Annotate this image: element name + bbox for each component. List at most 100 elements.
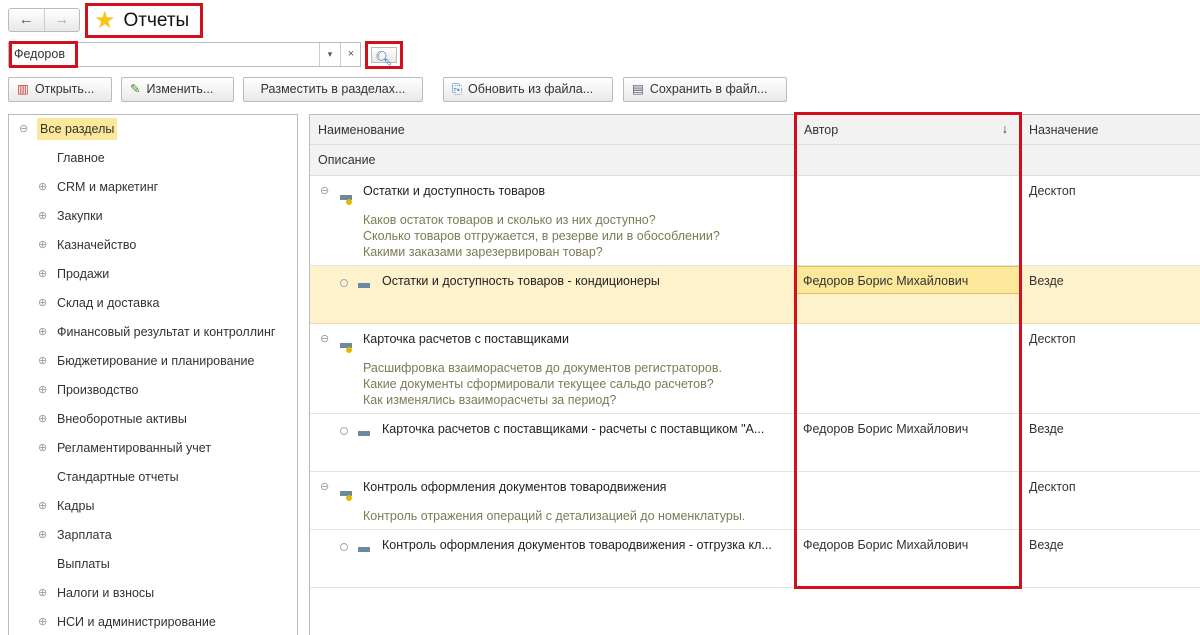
- radio-icon: [340, 540, 348, 554]
- clear-icon[interactable]: ×: [340, 43, 361, 66]
- report-group-icon: [340, 337, 352, 353]
- expand-icon[interactable]: ⊕: [38, 176, 47, 198]
- search-input[interactable]: Федоров ▾ ×: [8, 41, 361, 68]
- expand-icon[interactable]: ⊕: [38, 234, 47, 256]
- expand-icon[interactable]: ⊕: [38, 582, 47, 604]
- title-text: Отчеты: [123, 9, 190, 31]
- collapse-icon[interactable]: ⊖: [19, 118, 28, 140]
- sidebar-item-label: Казначейство: [57, 238, 137, 252]
- report-name: Остатки и доступность товаров - кондицио…: [382, 274, 660, 288]
- report-purpose: Везде: [1029, 274, 1064, 288]
- group-row[interactable]: ⊖ Остатки и доступность товаров Десктоп Как…: [310, 176, 1200, 266]
- sidebar-item-label: Закупки: [57, 209, 103, 223]
- chevron-down-icon[interactable]: ▾: [319, 43, 340, 66]
- report-icon: ▥: [17, 82, 29, 96]
- group-row[interactable]: ⊖ Карточка расчетов с поставщиками Десктоп…: [310, 324, 1200, 414]
- update-from-file-button[interactable]: ⎘ Обновить из файла...: [443, 77, 613, 102]
- update-label: Обновить из файла...: [468, 82, 594, 96]
- search-value[interactable]: Федоров: [9, 41, 78, 68]
- group-purpose: Десктоп: [1029, 184, 1076, 198]
- description-line: Расшифровка взаиморасчетов до документов…: [363, 361, 722, 375]
- star-icon[interactable]: ★: [94, 6, 116, 35]
- expand-icon[interactable]: ⊕: [38, 611, 47, 633]
- sidebar-item-label: Кадры: [57, 499, 95, 513]
- expand-icon[interactable]: ⊕: [38, 408, 47, 430]
- file-update-icon: ⎘: [452, 82, 463, 96]
- report-row[interactable]: Контроль оформления документов товародви…: [310, 530, 1200, 588]
- report-group-icon: [340, 189, 352, 205]
- expand-icon[interactable]: ⊕: [38, 292, 47, 314]
- sidebar-item-label: Склад и доставка: [57, 296, 160, 310]
- group-description: Расшифровка взаиморасчетов до документов…: [363, 360, 722, 408]
- collapse-icon[interactable]: ⊖: [320, 332, 329, 345]
- place-label: Разместить в разделах...: [260, 82, 406, 96]
- find-button[interactable]: 🔍︎: [365, 41, 403, 69]
- pencil-icon: ✎: [130, 82, 141, 96]
- description-line: Как изменялись взаиморасчеты за период?: [363, 393, 617, 407]
- sidebar-item-label: Налоги и взносы: [57, 586, 155, 600]
- page-title: ★ Отчеты: [85, 3, 203, 38]
- author-subheader: [796, 145, 1021, 175]
- save-label: Сохранить в файл...: [649, 82, 768, 96]
- expand-icon[interactable]: ⊕: [38, 350, 47, 372]
- expand-icon[interactable]: ⊕: [38, 321, 47, 343]
- column-description[interactable]: Описание: [318, 153, 376, 167]
- sidebar-item-label: НСИ и администрирование: [57, 615, 216, 629]
- group-name: Карточка расчетов с поставщиками: [363, 332, 569, 346]
- expand-icon[interactable]: ⊕: [38, 495, 47, 517]
- report-author: Федоров Борис Михайлович: [796, 266, 1021, 294]
- expand-icon[interactable]: ⊕: [38, 437, 47, 459]
- reports-grid: Наименование Автор ↓ Назначение Описание …: [309, 114, 1200, 635]
- expand-icon[interactable]: ⊕: [38, 379, 47, 401]
- expand-icon[interactable]: ⊕: [38, 524, 47, 546]
- sidebar-item-label: Внеоборотные активы: [57, 412, 187, 426]
- back-button[interactable]: ←: [9, 9, 44, 31]
- place-in-sections-button[interactable]: Разместить в разделах...: [243, 77, 423, 102]
- grid-subheader: Описание: [310, 145, 1200, 176]
- grid-header: Наименование Автор ↓ Назначение: [310, 115, 1200, 145]
- report-icon: [358, 277, 370, 291]
- description-line: Каков остаток товаров и сколько из них д…: [363, 213, 656, 227]
- report-name: Контроль оформления документов товародви…: [382, 538, 772, 552]
- sidebar-item-label: Продажи: [57, 267, 110, 281]
- sidebar-item-label: Все разделы: [37, 118, 118, 140]
- sidebar-item-label: Финансовый результат и контроллинг: [57, 325, 276, 339]
- group-description: Каков остаток товаров и сколько из них д…: [363, 212, 720, 260]
- report-icon: [358, 425, 370, 439]
- sections-tree: ⊖ Все разделы Главное ⊕ CRM и маркетинг ⊕ Заку…: [8, 114, 298, 635]
- report-icon: [358, 541, 370, 555]
- sidebar-item-label: Производство: [57, 383, 139, 397]
- description-line: Контроль отражения операций с детализаци…: [363, 509, 746, 523]
- sidebar-item-label: Стандартные отчеты: [57, 470, 179, 484]
- report-purpose: Везде: [1029, 538, 1064, 552]
- sidebar-item-label: Главное: [57, 151, 105, 165]
- radio-icon: [340, 276, 348, 290]
- report-row[interactable]: Карточка расчетов с поставщиками - расче…: [310, 414, 1200, 472]
- sidebar-item-label: Регламентированный учет: [57, 441, 212, 455]
- expand-icon[interactable]: ⊕: [38, 205, 47, 227]
- sidebar-item-label: CRM и маркетинг: [57, 180, 159, 194]
- column-purpose[interactable]: Назначение: [1029, 123, 1098, 137]
- group-purpose: Десктоп: [1029, 332, 1076, 346]
- save-icon: ▤: [632, 82, 644, 96]
- group-name: Остатки и доступность товаров: [363, 184, 546, 198]
- group-row[interactable]: ⊖ Контроль оформления документов товародв…: [310, 472, 1200, 530]
- collapse-icon[interactable]: ⊖: [320, 480, 329, 493]
- open-button[interactable]: ▥ Открыть...: [8, 77, 112, 102]
- navigation-buttons: ← →: [8, 8, 80, 32]
- sidebar-item-label: Зарплата: [57, 528, 112, 542]
- column-name[interactable]: Наименование: [318, 123, 405, 137]
- collapse-icon[interactable]: ⊖: [320, 184, 329, 197]
- sort-arrow-icon: ↓: [1001, 122, 1008, 136]
- sidebar-item-label: Бюджетирование и планирование: [57, 354, 255, 368]
- expand-icon[interactable]: ⊕: [38, 263, 47, 285]
- author-label: Автор: [804, 123, 839, 137]
- save-to-file-button[interactable]: ▤ Сохранить в файл...: [623, 77, 787, 102]
- report-author: Федоров Борис Михайлович: [803, 422, 969, 436]
- column-author[interactable]: Автор ↓: [796, 115, 1021, 145]
- report-group-icon: [340, 485, 352, 501]
- report-row[interactable]: Остатки и доступность товаров - кондицио…: [310, 266, 1200, 324]
- report-author: Федоров Борис Михайлович: [803, 538, 969, 552]
- forward-button[interactable]: →: [43, 9, 80, 31]
- edit-button[interactable]: ✎ Изменить...: [121, 77, 234, 102]
